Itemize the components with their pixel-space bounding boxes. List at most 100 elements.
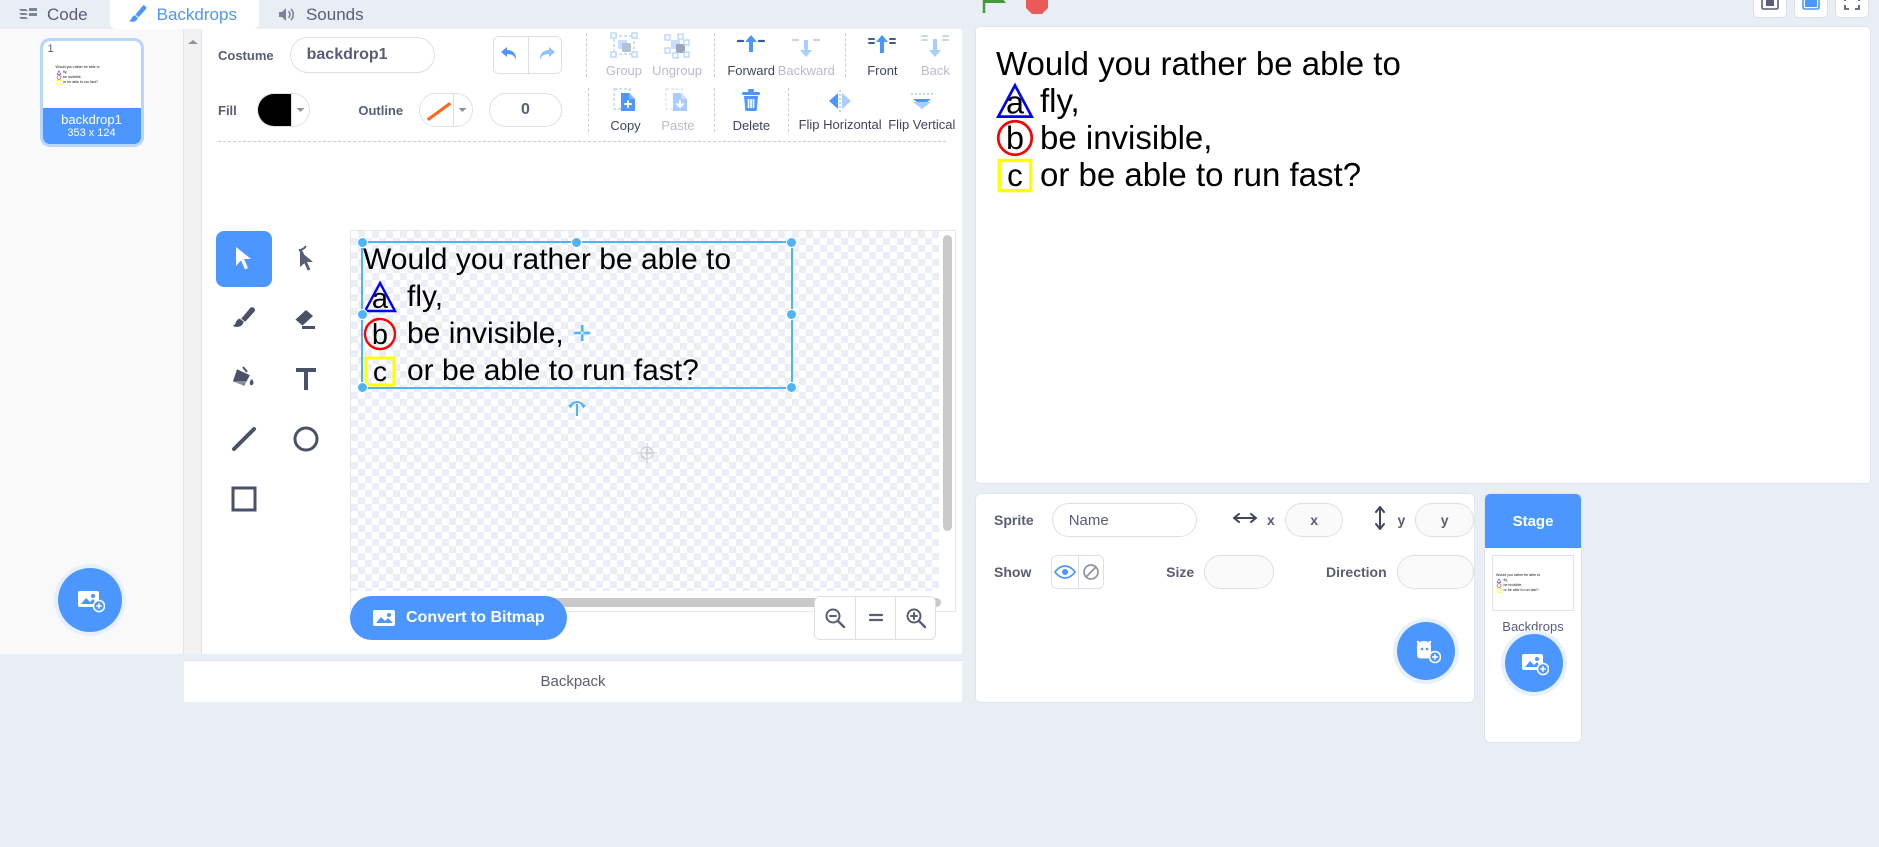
fill-swatch (257, 94, 291, 126)
stage-selector-panel[interactable]: Stage Would you rather be able to fly, b… (1484, 493, 1582, 743)
stage-panel-thumbnail: Would you rather be able to fly, be invi… (1492, 555, 1574, 611)
sprite-info-row-2: Show Size Direction (976, 546, 1474, 598)
selection-bounding-box[interactable]: ✛ (357, 237, 797, 416)
stage-line-1-text: Would you rather be able to (996, 45, 1401, 82)
resize-handle-nw[interactable] (357, 237, 368, 248)
outline-color-picker[interactable] (419, 93, 473, 127)
sprite-x-input[interactable]: x (1284, 503, 1344, 537)
stop-icon (1026, 0, 1048, 14)
redo-button[interactable] (527, 37, 562, 73)
image-plus-icon (78, 591, 105, 613)
resize-handle-w[interactable] (357, 309, 368, 320)
stage-area: Would you rather be able to a fly, b be … (968, 0, 1879, 847)
stage-line-3: b be invisible, (996, 119, 1401, 156)
paste-icon (665, 88, 687, 111)
group-button[interactable]: Group (597, 32, 650, 78)
large-stage-button[interactable] (1794, 0, 1828, 18)
brush-icon (232, 307, 256, 327)
outline-swatch (420, 94, 454, 126)
line-tool-button[interactable] (216, 411, 272, 467)
text-icon (296, 368, 316, 390)
ungroup-button[interactable]: Ungroup (651, 32, 704, 78)
tab-code[interactable]: Code (0, 0, 110, 29)
fill-tool-button[interactable] (216, 351, 272, 407)
reshape-icon (298, 245, 313, 271)
add-sprite-button[interactable] (1397, 622, 1455, 680)
ungroup-label: Ungroup (652, 63, 702, 78)
chevron-down-icon-2 (453, 94, 472, 126)
select-tool-button[interactable] (216, 231, 272, 287)
show-sprite-button[interactable] (1052, 556, 1078, 588)
stage-square-c-mark: c (997, 158, 1033, 193)
stage-artwork-text: Would you rather be able to a fly, b be … (996, 45, 1401, 193)
flip-horizontal-button[interactable]: Flip Horizontal (799, 88, 882, 132)
toolbar-divider-5 (714, 88, 716, 132)
stop-button[interactable] (1022, 0, 1052, 23)
stage-add-backdrop-button[interactable] (1505, 634, 1563, 692)
zoom-controls (814, 596, 936, 640)
circle-tool-button[interactable] (278, 411, 334, 467)
forward-label: Forward (727, 63, 776, 78)
back-button[interactable]: Back (909, 32, 962, 78)
chevron-up-icon (187, 40, 198, 44)
stage-canvas[interactable]: Would you rather be able to a fly, b be … (975, 26, 1871, 484)
sprite-info-row-1: Sprite Name x x y y (976, 494, 1474, 546)
front-icon (868, 35, 897, 53)
group-icon (610, 32, 638, 58)
backpack-bar[interactable]: Backpack (184, 660, 962, 702)
paintbrush-icon (128, 5, 149, 24)
backdrop-thumb-art: Would you rather be able to fly, be invi… (55, 64, 100, 85)
add-backdrop-fab-button[interactable] (58, 568, 122, 632)
tab-backdrops[interactable]: Backdrops (109, 0, 259, 29)
zoom-reset-button[interactable] (855, 597, 895, 639)
forward-button[interactable]: Forward (725, 32, 778, 78)
sprite-name-input[interactable]: Name (1051, 503, 1197, 537)
resize-handle-n[interactable] (571, 237, 582, 248)
zoom-in-button[interactable] (895, 597, 935, 639)
zoom-out-button[interactable] (815, 597, 855, 639)
eraser-tool-button[interactable] (278, 291, 334, 347)
large-stage-icon (1802, 0, 1820, 10)
hide-sprite-button[interactable] (1077, 556, 1104, 588)
sprite-direction-input[interactable] (1396, 555, 1474, 589)
convert-to-bitmap-button[interactable]: Convert to Bitmap (350, 596, 567, 640)
tab-sounds-label: Sounds (305, 4, 364, 24)
fullscreen-button[interactable] (1835, 0, 1869, 18)
copy-button[interactable]: Copy (599, 87, 651, 133)
front-button[interactable]: Front (856, 32, 909, 78)
backdrop-list-item[interactable]: 1 Would you rather be able to fly, be in… (42, 41, 141, 144)
sprite-y-input[interactable]: y (1415, 503, 1474, 537)
sprite-size-input[interactable] (1204, 555, 1274, 589)
paste-button[interactable]: Paste (652, 87, 704, 133)
toolbar-horizontal-divider (218, 141, 946, 142)
brush-tool-button[interactable] (216, 291, 272, 347)
chevron-down-icon (290, 94, 310, 126)
outline-width-input[interactable]: 0 (488, 93, 563, 127)
undo-button[interactable] (494, 37, 528, 73)
fill-color-picker[interactable] (256, 93, 311, 127)
resize-handle-e[interactable] (786, 309, 797, 320)
backward-icon (792, 38, 821, 57)
backward-button[interactable]: Backward (778, 32, 835, 78)
y-arrow-icon (1373, 505, 1387, 536)
costume-name-input[interactable]: backdrop1 (289, 37, 436, 73)
resize-handle-se[interactable] (786, 382, 797, 393)
reshape-tool-button[interactable] (278, 231, 334, 287)
flip-vertical-button[interactable]: Flip Vertical (882, 88, 962, 132)
rotation-handle[interactable] (567, 399, 587, 417)
drawing-canvas[interactable]: Would you rather be able to a fly, b be … (350, 230, 956, 612)
collapse-panel-button[interactable] (184, 29, 202, 654)
canvas-vertical-scrollbar[interactable] (943, 235, 952, 531)
green-flag-button[interactable] (980, 0, 1012, 23)
text-tool-button[interactable] (278, 351, 334, 407)
resize-handle-sw[interactable] (357, 382, 368, 393)
small-stage-button[interactable] (1753, 0, 1787, 18)
rectangle-tool-button[interactable] (216, 471, 272, 527)
outline-width-value: 0 (521, 101, 530, 118)
group-label: Group (605, 63, 643, 78)
delete-button[interactable]: Delete (725, 87, 777, 133)
resize-handle-ne[interactable] (786, 237, 797, 248)
size-label: Size (1166, 564, 1195, 580)
backward-label: Backward (777, 63, 835, 78)
tab-sounds[interactable]: Sounds (258, 0, 386, 29)
